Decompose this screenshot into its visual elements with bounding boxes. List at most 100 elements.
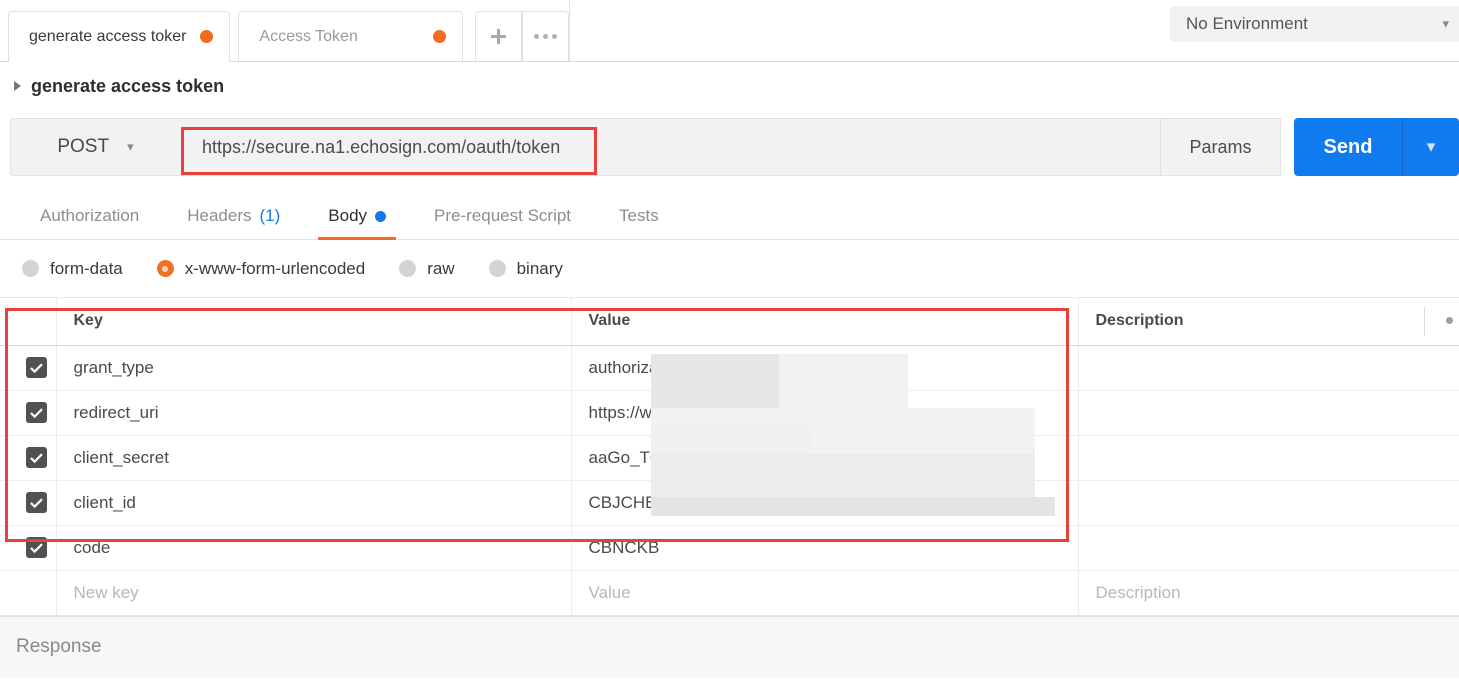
- tab-label: Pre-request Script: [434, 206, 571, 226]
- row-key[interactable]: code: [56, 525, 571, 570]
- radio-form-data[interactable]: form-data: [22, 259, 123, 279]
- chevron-down-icon: ▾: [1427, 137, 1436, 157]
- plus-icon: [491, 29, 506, 44]
- table-row[interactable]: client_secret aaGo_TC: [0, 435, 1459, 480]
- tab-authorization[interactable]: Authorization: [16, 193, 163, 239]
- environment-selected-label: No Environment: [1186, 14, 1308, 34]
- tab-generate-access-token[interactable]: generate access toker: [8, 11, 230, 61]
- table-row[interactable]: client_id CBJCHBC: [0, 480, 1459, 525]
- new-row-value-input[interactable]: Value: [571, 570, 1078, 615]
- environment-selector[interactable]: No Environment ▾: [1170, 6, 1459, 42]
- header-key: Key: [56, 298, 571, 345]
- triangle-right-icon[interactable]: [14, 81, 21, 91]
- body-params-table: Key Value Description grant_type authori…: [0, 298, 1459, 616]
- table-row[interactable]: redirect_uri https://w: [0, 390, 1459, 435]
- row-key[interactable]: client_id: [56, 480, 571, 525]
- method-select[interactable]: POST ▾: [10, 118, 180, 176]
- unsaved-dot-icon: [433, 30, 446, 43]
- tab-access-token[interactable]: Access Token: [238, 11, 463, 61]
- radio-raw[interactable]: raw: [399, 259, 454, 279]
- divider: [1424, 307, 1425, 336]
- page-title: generate access token: [31, 76, 224, 97]
- tab-label: Authorization: [40, 206, 139, 226]
- row-description[interactable]: [1078, 435, 1459, 480]
- new-row-checkbox-cell: [0, 570, 56, 615]
- send-label: Send: [1324, 136, 1373, 159]
- table-new-row[interactable]: New key Value Description: [0, 570, 1459, 615]
- row-key[interactable]: redirect_uri: [56, 390, 571, 435]
- row-value[interactable]: CBJCHBC: [571, 480, 1078, 525]
- tab-pre-request-script[interactable]: Pre-request Script: [410, 193, 595, 239]
- header-description: Description: [1078, 298, 1459, 345]
- params-button[interactable]: Params: [1160, 118, 1281, 176]
- environment-selector-wrap: No Environment ▾: [1170, 6, 1459, 42]
- checkbox-checked-icon[interactable]: [26, 357, 47, 378]
- tab-label: Body: [328, 206, 367, 226]
- headers-count: (1): [260, 206, 281, 226]
- row-description[interactable]: [1078, 390, 1459, 435]
- checkbox-checked-icon[interactable]: [26, 402, 47, 423]
- header-description-label: Description: [1096, 312, 1184, 329]
- row-key[interactable]: grant_type: [56, 345, 571, 390]
- method-label: POST: [57, 136, 109, 158]
- tab-options-button[interactable]: [522, 11, 569, 61]
- tab-headers[interactable]: Headers (1): [163, 193, 304, 239]
- table-row[interactable]: code CBNCKB: [0, 525, 1459, 570]
- radio-label: binary: [517, 259, 563, 279]
- row-value[interactable]: https://w: [571, 390, 1078, 435]
- tab-label: Access Token: [259, 28, 357, 46]
- chevron-down-icon: ▾: [1442, 16, 1449, 32]
- radio-icon: [489, 260, 506, 277]
- url-bar: POST ▾ https://secure.na1.echosign.com/o…: [10, 118, 1459, 176]
- response-section: Response: [0, 616, 1459, 678]
- row-checkbox-cell[interactable]: [0, 435, 56, 480]
- response-label: Response: [16, 636, 102, 658]
- url-input[interactable]: https://secure.na1.echosign.com/oauth/to…: [180, 118, 1160, 176]
- table-row[interactable]: grant_type authorization_code: [0, 345, 1459, 390]
- new-tab-button[interactable]: [475, 11, 522, 61]
- bulk-edit-icon[interactable]: [1446, 317, 1453, 324]
- checkbox-checked-icon[interactable]: [26, 492, 47, 513]
- request-subtabs: Authorization Headers (1) Body Pre-reque…: [0, 194, 1459, 240]
- row-checkbox-cell[interactable]: [0, 480, 56, 525]
- header-checkbox-col: [0, 298, 56, 345]
- new-row-key-input[interactable]: New key: [56, 570, 571, 615]
- row-key[interactable]: client_secret: [56, 435, 571, 480]
- url-text: https://secure.na1.echosign.com/oauth/to…: [202, 137, 560, 158]
- row-description[interactable]: [1078, 525, 1459, 570]
- tabs-zone: generate access toker Access Token: [0, 0, 570, 61]
- checkbox-checked-icon[interactable]: [26, 537, 47, 558]
- radio-label: form-data: [50, 259, 123, 279]
- table-header-row: Key Value Description: [0, 298, 1459, 345]
- radio-icon: [399, 260, 416, 277]
- tab-bar: generate access toker Access Token No En…: [0, 0, 1459, 62]
- row-description[interactable]: [1078, 480, 1459, 525]
- radio-icon: [22, 260, 39, 277]
- tab-body[interactable]: Body: [304, 193, 410, 239]
- request-name-row: generate access token: [0, 62, 1459, 110]
- radio-x-www-form-urlencoded[interactable]: x-www-form-urlencoded: [157, 259, 365, 279]
- radio-binary[interactable]: binary: [489, 259, 563, 279]
- radio-label: x-www-form-urlencoded: [185, 259, 365, 279]
- unsaved-dot-icon: [200, 30, 213, 43]
- params-label: Params: [1189, 137, 1251, 158]
- tab-tests[interactable]: Tests: [595, 193, 683, 239]
- row-description[interactable]: [1078, 345, 1459, 390]
- checkbox-checked-icon[interactable]: [26, 447, 47, 468]
- row-checkbox-cell[interactable]: [0, 525, 56, 570]
- row-value[interactable]: aaGo_TC: [571, 435, 1078, 480]
- send-button[interactable]: Send: [1294, 118, 1402, 176]
- row-checkbox-cell[interactable]: [0, 345, 56, 390]
- row-checkbox-cell[interactable]: [0, 390, 56, 435]
- row-value[interactable]: CBNCKB: [571, 525, 1078, 570]
- body-params-table-wrap: Key Value Description grant_type authori…: [0, 298, 1459, 616]
- send-options-button[interactable]: ▾: [1402, 118, 1459, 176]
- row-value[interactable]: authorization_code: [571, 345, 1078, 390]
- ellipsis-icon: [534, 34, 557, 39]
- body-indicator-dot-icon: [375, 211, 386, 222]
- tab-label: Headers: [187, 206, 251, 226]
- header-value: Value: [571, 298, 1078, 345]
- tab-label: Tests: [619, 206, 659, 226]
- radio-icon-selected: [157, 260, 174, 277]
- new-row-description-input[interactable]: Description: [1078, 570, 1459, 615]
